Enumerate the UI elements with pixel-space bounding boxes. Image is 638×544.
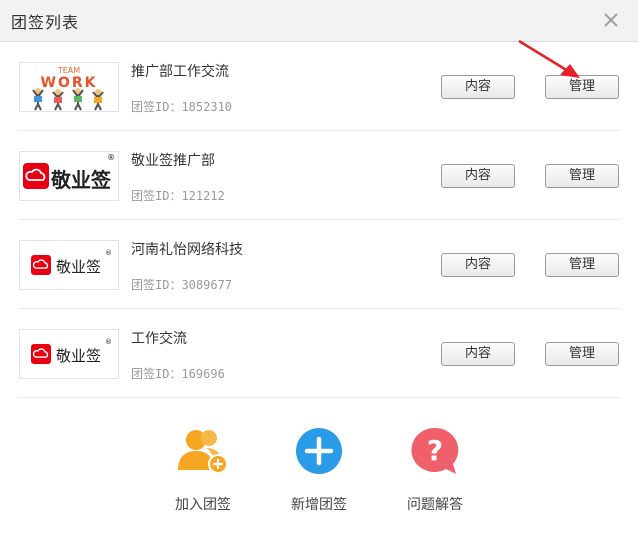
content-button[interactable]: 内容	[441, 75, 515, 99]
team-logo: TEAM WORK	[19, 62, 119, 112]
faq-action[interactable]: ? 问题解答	[390, 426, 480, 514]
team-row: 敬业签 ® 敬业签推广部 团签ID：121212 内容 管理	[18, 131, 620, 220]
jingyeqian-logo-icon	[31, 255, 51, 275]
manage-button[interactable]: 管理	[545, 342, 619, 366]
logo-wordmark: 敬业签	[51, 168, 111, 192]
dialog-title: 团签列表	[11, 13, 80, 32]
new-team-action[interactable]: 新增团签	[274, 426, 364, 514]
logo-wordmark: 敬业签	[56, 258, 102, 276]
team-id: 团签ID：1852310	[131, 100, 233, 114]
join-team-label: 加入团签	[175, 497, 231, 513]
new-team-label: 新增团签	[291, 497, 347, 513]
team-name: 工作交流	[131, 331, 187, 347]
question-bubble-icon: ?	[411, 427, 459, 474]
registered-mark-icon: ®	[105, 249, 112, 257]
registered-mark-icon: ®	[105, 338, 112, 346]
logo-line-2: WORK	[41, 75, 98, 91]
team-id: 团签ID：169696	[131, 367, 225, 381]
jingyeqian-logo-icon	[23, 163, 49, 189]
dialog-titlebar: 团签列表	[0, 0, 638, 42]
team-name: 推广部工作交流	[131, 64, 229, 80]
content-button[interactable]: 内容	[441, 342, 515, 366]
team-id: 团签ID：3089677	[131, 278, 233, 292]
annotation-arrow-icon	[518, 39, 580, 78]
close-icon[interactable]	[600, 9, 622, 31]
content-button[interactable]: 内容	[441, 164, 515, 188]
team-id: 团签ID：121212	[131, 189, 225, 203]
faq-label: 问题解答	[407, 497, 463, 513]
team-logo: 敬业签 ®	[19, 240, 119, 290]
team-logo: 敬业签 ®	[19, 151, 119, 201]
content-button[interactable]: 内容	[441, 253, 515, 277]
logo-wordmark: 敬业签	[56, 347, 102, 365]
logo-line-1: TEAM	[57, 66, 80, 75]
team-name: 河南礼怡网络科技	[131, 242, 243, 258]
plus-circle-icon	[296, 428, 342, 474]
manage-button[interactable]: 管理	[545, 164, 619, 188]
team-name: 敬业签推广部	[131, 153, 215, 169]
team-row: 敬业签 ® 河南礼怡网络科技 团签ID：3089677 内容 管理	[18, 220, 620, 309]
join-team-action[interactable]: 加入团签	[158, 426, 248, 514]
team-logo: 敬业签 ®	[19, 329, 119, 379]
manage-button[interactable]: 管理	[545, 253, 619, 277]
team-work-logo-icon: TEAM WORK	[32, 66, 104, 111]
jingyeqian-logo-icon	[31, 344, 51, 364]
svg-text:?: ?	[427, 434, 443, 467]
registered-mark-icon: ®	[107, 153, 115, 162]
add-user-icon	[178, 430, 228, 474]
team-row: 敬业签 ® 工作交流 团签ID：169696 内容 管理	[18, 309, 620, 398]
